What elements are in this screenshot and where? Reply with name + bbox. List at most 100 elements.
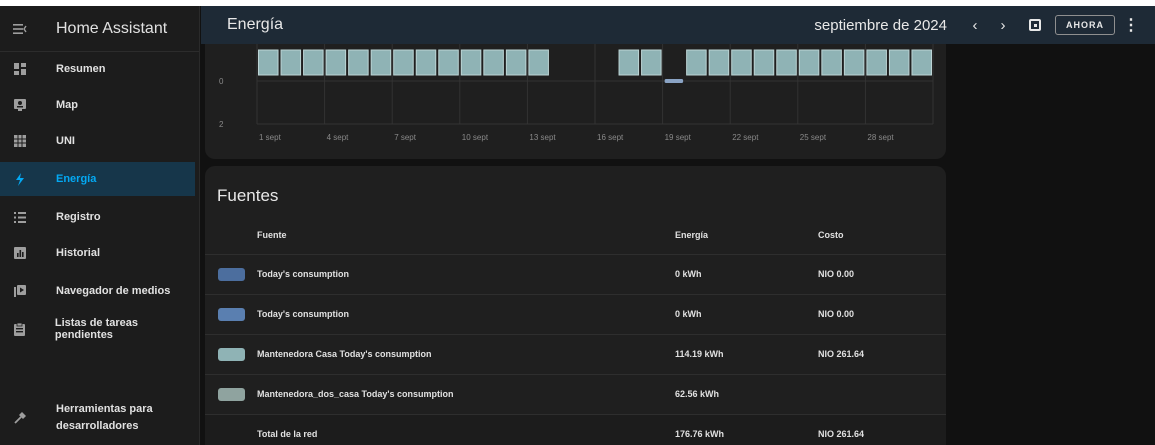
- bar-day-9: [438, 49, 459, 76]
- list-icon: [0, 211, 40, 223]
- bar-day-8: [415, 49, 437, 76]
- sources-title: Fuentes: [217, 186, 279, 205]
- x-tick-label: 7 sept: [394, 133, 417, 142]
- column-header-source[interactable]: Fuente: [257, 230, 287, 240]
- energy-usage-chart-card: 0 2 1 sept 4 sept 7 sept 10 sept 13 sept 16 sep…: [205, 44, 946, 159]
- x-tick-label: 4 sept: [327, 133, 350, 142]
- table-row: Mantenedora Casa Today's consumption 114…: [205, 334, 946, 374]
- sidebar-item-label: Map: [56, 99, 78, 111]
- source-cost: NIO 0.00: [818, 309, 855, 319]
- table-row: Today's consumption 0 kWh NIO 0.00: [205, 254, 946, 294]
- bar-day-6: [370, 49, 392, 76]
- bar-day-25: [798, 49, 820, 76]
- sidebar-header: Home Assistant: [0, 6, 199, 52]
- bar-day-10: [460, 49, 482, 76]
- dashboard-icon: [0, 63, 40, 75]
- x-tick-label: 1 sept: [259, 133, 282, 142]
- sidebar-item-historial[interactable]: Historial: [0, 236, 195, 270]
- more-options-icon[interactable]: ⋮: [1119, 15, 1143, 35]
- bar-day-20: [686, 49, 707, 76]
- clipboard-list-icon: [0, 322, 39, 336]
- source-cost: NIO 261.64: [818, 349, 865, 359]
- source-name: Mantenedora Casa Today's consumption: [257, 349, 432, 359]
- hammer-icon: [0, 412, 40, 424]
- table-row: Mantenedora_dos_casa Today's consumption…: [205, 374, 946, 414]
- source-energy: 0 kWh: [675, 269, 702, 279]
- source-color-swatch: [218, 388, 245, 401]
- source-name: Mantenedora_dos_casa Today's consumption: [257, 389, 454, 399]
- bar-day-2: [280, 49, 302, 76]
- play-box-icon: [0, 285, 40, 297]
- sidebar-item-label: Listas de tareas pendientes: [54, 317, 139, 341]
- calendar-grid-icon: [0, 135, 40, 147]
- sidebar-item-label: Historial: [56, 247, 101, 259]
- calendar-icon[interactable]: [1029, 19, 1041, 31]
- x-tick-label: 19 sept: [665, 133, 692, 142]
- bar-day-13: [528, 49, 549, 76]
- energy-usage-chart: 0 2 1 sept 4 sept 7 sept 10 sept 13 sept 16 sep…: [219, 44, 934, 142]
- bar-day-24: [776, 49, 797, 76]
- sidebar-item-listas-de-tareas[interactable]: Listas de tareas pendientes: [0, 312, 195, 346]
- bar-day-18: [641, 49, 662, 76]
- sidebar-item-label: Registro: [56, 211, 101, 223]
- lightning-icon: [0, 172, 40, 186]
- previous-period-button[interactable]: ‹: [961, 17, 989, 34]
- bar-day-21: [708, 49, 730, 76]
- sidebar-item-label: Resumen: [56, 63, 106, 75]
- bar-day-3: [303, 49, 324, 76]
- bar-day-5: [348, 49, 369, 76]
- x-tick-label: 10 sept: [462, 133, 489, 142]
- bar-day-11: [483, 49, 504, 76]
- source-color-swatch: [218, 268, 245, 281]
- table-row: Today's consumption 0 kWh NIO 0.00: [205, 294, 946, 334]
- bar-day-28: [866, 49, 887, 76]
- total-cost: NIO 261.64: [818, 429, 865, 439]
- bar-day-7: [393, 49, 414, 76]
- x-tick-label: 22 sept: [732, 133, 759, 142]
- period-label: septiembre de 2024: [814, 16, 947, 34]
- source-cost: NIO 0.00: [818, 269, 855, 279]
- chart-box-icon: [0, 247, 40, 259]
- next-period-button[interactable]: ›: [989, 17, 1017, 34]
- source-energy: 0 kWh: [675, 309, 702, 319]
- sidebar-item-uni[interactable]: UNI: [0, 124, 195, 158]
- page-title: Energía: [227, 16, 284, 33]
- bar-day-30: [911, 49, 933, 76]
- source-name: Today's consumption: [257, 309, 349, 319]
- sidebar-item-energia[interactable]: Energía: [0, 162, 195, 196]
- source-color-swatch: [218, 308, 245, 321]
- sidebar: Home Assistant Resumen Map UNI Energía R…: [0, 6, 200, 445]
- bar-day-29: [888, 49, 910, 76]
- sidebar-item-map[interactable]: Map: [0, 88, 195, 122]
- sidebar-item-registro[interactable]: Registro: [0, 200, 195, 234]
- x-tick-label: 13 sept: [529, 133, 556, 142]
- sidebar-item-navegador-de-medios[interactable]: Navegador de medios: [0, 274, 195, 308]
- total-label: Total de la red: [257, 429, 318, 439]
- total-energy: 176.76 kWh: [675, 429, 725, 439]
- sidebar-item-resumen[interactable]: Resumen: [0, 52, 195, 86]
- bar-day-1: [258, 49, 279, 76]
- column-header-energy[interactable]: Energía: [675, 230, 708, 240]
- bar-day-27: [843, 49, 865, 76]
- period-controls: septiembre de 2024 ‹ › AHORA ⋮: [814, 6, 1143, 44]
- column-header-cost[interactable]: Costo: [818, 230, 844, 240]
- bar-day-4: [325, 49, 347, 76]
- source-name: Today's consumption: [257, 269, 349, 279]
- source-energy: 114.19 kWh: [675, 349, 724, 359]
- bar-negative-day-19: [664, 79, 684, 83]
- bar-day-22: [731, 49, 752, 76]
- sidebar-item-label: Herramientas para desarrolladores: [56, 403, 153, 432]
- table-row-total: Total de la red 176.76 kWh NIO 261.64: [205, 414, 946, 445]
- source-energy: 62.56 kWh: [675, 389, 720, 399]
- bar-day-17: [618, 49, 640, 76]
- bar-day-26: [821, 49, 842, 76]
- now-button[interactable]: AHORA: [1055, 15, 1115, 35]
- x-tick-label: 25 sept: [800, 133, 827, 142]
- sidebar-item-label: Navegador de medios: [56, 285, 171, 297]
- y-tick-label: 2: [219, 120, 224, 129]
- bar-day-23: [753, 49, 775, 76]
- menu-collapse-icon[interactable]: [0, 6, 40, 52]
- y-tick-label: 0: [219, 77, 224, 86]
- sidebar-item-herramientas[interactable]: Herramientas para desarrolladores: [0, 396, 195, 440]
- sidebar-item-label: Energía: [56, 173, 97, 185]
